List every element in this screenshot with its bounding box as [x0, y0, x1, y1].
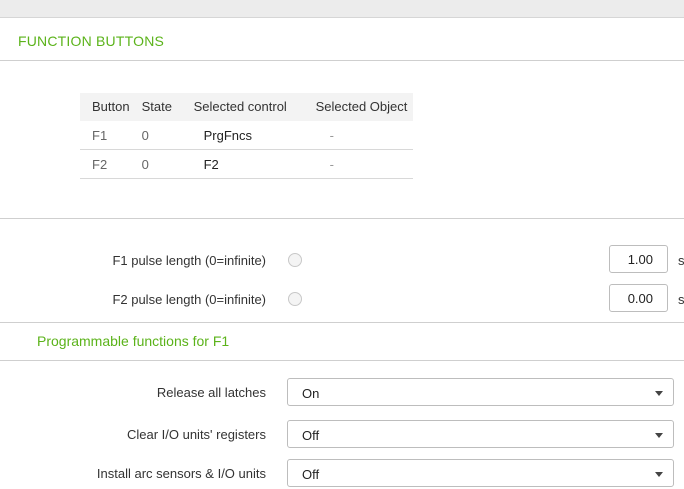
cell-selected-object: -: [309, 121, 414, 150]
cell-state: 0: [135, 149, 188, 179]
f1-pulse-label: F1 pulse length (0=infinite): [112, 253, 266, 268]
column-header-button: Button: [80, 93, 136, 121]
function-buttons-header: FUNCTION BUTTONS: [0, 17, 684, 61]
section-divider: [0, 218, 684, 219]
column-header-state: State: [135, 93, 188, 121]
cell-button: F1: [80, 121, 136, 150]
table-row: F2 0 F2 -: [80, 149, 414, 179]
release-latches-label: Release all latches: [156, 385, 266, 400]
install-arc-sensors-row: Install arc sensors & I/O units Off: [0, 459, 684, 487]
chevron-down-icon: [655, 391, 663, 396]
install-arc-sensors-label: Install arc sensors & I/O units: [96, 466, 266, 481]
table-header-row: Button State Selected control Selected O…: [80, 93, 414, 121]
cell-selected-control: F2: [187, 149, 310, 179]
install-arc-sensors-select[interactable]: Off: [287, 459, 674, 487]
release-latches-select[interactable]: On: [287, 378, 674, 406]
cell-state: 0: [135, 121, 188, 150]
f1-pulse-unit: s: [678, 253, 684, 268]
chevron-down-icon: [655, 433, 663, 438]
top-band: [0, 0, 684, 17]
f2-status-indicator: [288, 292, 302, 306]
function-buttons-table: Button State Selected control Selected O…: [80, 93, 414, 179]
clear-io-registers-label: Clear I/O units' registers: [126, 427, 266, 442]
section-title: FUNCTION BUTTONS: [18, 33, 165, 49]
f2-pulse-label: F2 pulse length (0=infinite): [112, 292, 266, 307]
column-header-selected-control: Selected control: [187, 93, 310, 121]
f1-status-indicator: [288, 253, 302, 267]
select-value: Off: [302, 467, 320, 482]
cell-selected-object: -: [309, 149, 414, 179]
f2-pulse-input[interactable]: 0.00: [609, 284, 668, 312]
table-row: F1 0 PrgFncs -: [80, 121, 414, 150]
f1-pulse-input[interactable]: 1.00: [609, 245, 668, 273]
column-header-selected-object: Selected Object: [309, 93, 414, 121]
select-value: On: [302, 386, 320, 401]
section-title: Programmable functions for F1: [37, 333, 230, 349]
cell-selected-control: PrgFncs: [187, 121, 310, 150]
cell-button: F2: [80, 149, 136, 179]
programmable-functions-header: Programmable functions for F1: [0, 322, 684, 361]
f1-pulse-row: F1 pulse length (0=infinite) 1.00 s: [0, 245, 684, 275]
select-value: Off: [302, 428, 320, 443]
f2-pulse-unit: s: [678, 292, 684, 307]
release-latches-row: Release all latches On: [0, 378, 684, 406]
f2-pulse-row: F2 pulse length (0=infinite) 0.00 s: [0, 284, 684, 314]
clear-io-registers-row: Clear I/O units' registers Off: [0, 420, 684, 448]
chevron-down-icon: [655, 472, 663, 477]
clear-io-registers-select[interactable]: Off: [287, 420, 674, 448]
